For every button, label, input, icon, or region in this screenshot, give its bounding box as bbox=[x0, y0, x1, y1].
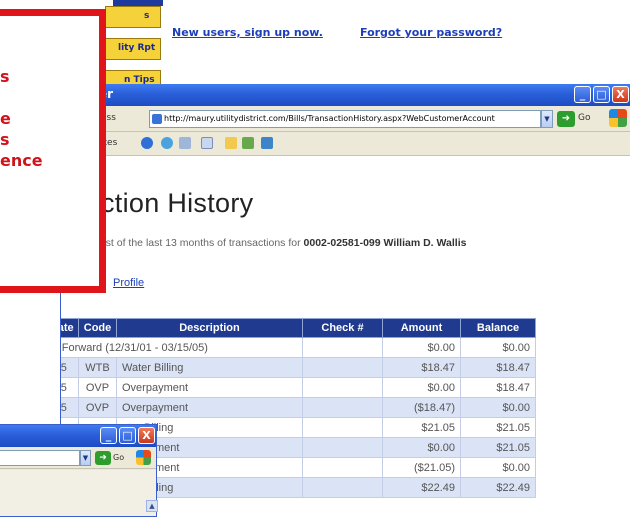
callout-line-5: ence bbox=[0, 151, 43, 170]
table-cell bbox=[302, 397, 383, 418]
table-cell bbox=[302, 457, 383, 478]
second-browser-window: _ □ X ▼ ➜ Go bbox=[0, 424, 157, 517]
second-windows-logo-icon bbox=[136, 450, 151, 465]
nav-tab-1[interactable]: s bbox=[105, 6, 161, 28]
table-cell: $21.05 bbox=[382, 417, 461, 438]
table-cell: Overpayment bbox=[116, 397, 303, 418]
favorites-toolbar: ites bbox=[61, 132, 630, 156]
address-input[interactable]: http://maury.utilitydistrict.com/Bills/T… bbox=[149, 110, 541, 128]
go-button[interactable]: Go bbox=[578, 113, 590, 123]
window-controls: _ □ X bbox=[574, 86, 629, 103]
account-number: 0002-02581-099 bbox=[303, 237, 381, 249]
scroll-up-arrow-icon[interactable]: ▲ bbox=[146, 500, 158, 512]
table-cell: OVP bbox=[78, 397, 117, 418]
nav-tab-2-label: lity Rpt bbox=[118, 43, 156, 53]
messenger-icon[interactable] bbox=[242, 137, 254, 149]
address-bar: ess http://maury.utilitydistrict.com/Bil… bbox=[61, 106, 630, 132]
page-title: ction History bbox=[101, 188, 254, 218]
back-icon[interactable] bbox=[161, 137, 173, 149]
browser-titlebar[interactable]: er _ □ X bbox=[61, 84, 630, 106]
table-cell bbox=[302, 437, 383, 458]
table-cell: $0.00 bbox=[382, 377, 461, 398]
windows-logo-icon bbox=[609, 109, 627, 127]
table-cell: Overpayment bbox=[116, 377, 303, 398]
col-amount[interactable]: Amount bbox=[382, 318, 461, 338]
callout-line-4: s bbox=[0, 130, 10, 149]
table-cell bbox=[302, 377, 383, 398]
table-cell: $18.47 bbox=[460, 377, 536, 398]
table-cell: ($21.05) bbox=[382, 457, 461, 478]
second-go-arrow-icon[interactable]: ➜ bbox=[95, 451, 111, 465]
table-row: 03/15/05 OVP Overpayment ($18.47) $0.00 bbox=[61, 397, 536, 418]
minimize-button[interactable]: _ bbox=[574, 86, 591, 103]
address-url: http://maury.utilitydistrict.com/Bills/T… bbox=[164, 114, 495, 123]
second-window-controls: _ □ X bbox=[100, 427, 155, 444]
callout-line-3: e bbox=[0, 109, 11, 128]
table-header-row: Trans Date Code Description Check # Amou… bbox=[61, 318, 536, 338]
table-cell: $0.00 bbox=[460, 337, 536, 358]
table-cell: 03/15/05 bbox=[61, 357, 79, 378]
table-cell: $22.49 bbox=[382, 477, 461, 498]
history-icon[interactable] bbox=[141, 137, 153, 149]
balance-forward-row: Balance Forward (12/31/01 - 03/15/05) $0… bbox=[61, 337, 536, 358]
col-check[interactable]: Check # bbox=[302, 318, 383, 338]
table-cell: $0.00 bbox=[382, 437, 461, 458]
col-description[interactable]: Description bbox=[116, 318, 303, 338]
second-address-input[interactable] bbox=[0, 450, 80, 466]
intro-text: list of the last 13 months of transactio… bbox=[101, 237, 304, 249]
profile-link[interactable]: Profile bbox=[113, 277, 144, 289]
nav-tab-1-label: s bbox=[144, 11, 150, 21]
table-cell: $0.00 bbox=[460, 457, 536, 478]
table-cell: ($18.47) bbox=[382, 397, 461, 418]
table-cell: $0.00 bbox=[460, 397, 536, 418]
col-code[interactable]: Code bbox=[78, 318, 117, 338]
table-cell bbox=[302, 477, 383, 498]
address-dropdown-icon[interactable]: ▼ bbox=[541, 110, 553, 128]
table-cell: $0.00 bbox=[382, 337, 461, 358]
callout-line-2 bbox=[0, 87, 43, 108]
callout-text: s e s ence bbox=[0, 66, 43, 171]
table-cell bbox=[302, 357, 383, 378]
table-cell: 03/15/05 bbox=[61, 397, 79, 418]
print-icon[interactable] bbox=[201, 137, 213, 149]
callout-line-1: s bbox=[0, 67, 10, 86]
page-icon bbox=[152, 114, 162, 124]
signup-link[interactable]: New users, sign up now. bbox=[172, 26, 323, 39]
table-cell: $21.05 bbox=[460, 417, 536, 438]
second-browser-body bbox=[0, 470, 156, 516]
second-close-button[interactable]: X bbox=[138, 427, 155, 444]
table-cell: $18.47 bbox=[382, 357, 461, 378]
page-intro: list of the last 13 months of transactio… bbox=[101, 237, 466, 249]
folder-icon[interactable] bbox=[225, 137, 237, 149]
table-row: 03/15/05 OVP Overpayment $0.00 $18.47 bbox=[61, 377, 536, 398]
balance-forward-label: Balance Forward (12/31/01 - 03/15/05) bbox=[61, 337, 303, 358]
table-row: 03/15/05 WTB Water Billing $18.47 $18.47 bbox=[61, 357, 536, 378]
close-button[interactable]: X bbox=[612, 86, 629, 103]
second-address-bar: ▼ ➜ Go bbox=[0, 447, 156, 469]
table-cell bbox=[302, 337, 383, 358]
second-minimize-button[interactable]: _ bbox=[100, 427, 117, 444]
mail-icon[interactable] bbox=[179, 137, 191, 149]
forgot-password-link[interactable]: Forgot your password? bbox=[360, 26, 502, 39]
go-arrow-icon[interactable]: ➜ bbox=[557, 111, 575, 127]
table-cell: OVP bbox=[78, 377, 117, 398]
research-icon[interactable] bbox=[261, 137, 273, 149]
second-maximize-button[interactable]: □ bbox=[119, 427, 136, 444]
table-cell: $18.47 bbox=[460, 357, 536, 378]
customer-name: William D. Wallis bbox=[383, 237, 467, 249]
second-go-button[interactable]: Go bbox=[113, 453, 124, 462]
col-balance[interactable]: Balance bbox=[460, 318, 536, 338]
table-cell: $21.05 bbox=[460, 437, 536, 458]
table-cell: 03/15/05 bbox=[61, 377, 79, 398]
col-trans-date[interactable]: Trans Date bbox=[61, 318, 79, 338]
maximize-button[interactable]: □ bbox=[593, 86, 610, 103]
table-cell: Water Billing bbox=[116, 357, 303, 378]
second-browser-titlebar[interactable]: _ □ X bbox=[0, 425, 156, 447]
table-cell bbox=[302, 417, 383, 438]
nav-tab-utility-report[interactable]: lity Rpt bbox=[105, 38, 161, 60]
callout-box: s e s ence bbox=[0, 9, 106, 293]
table-cell: WTB bbox=[78, 357, 117, 378]
table-cell: $22.49 bbox=[460, 477, 536, 498]
second-address-dropdown-icon[interactable]: ▼ bbox=[80, 450, 91, 466]
